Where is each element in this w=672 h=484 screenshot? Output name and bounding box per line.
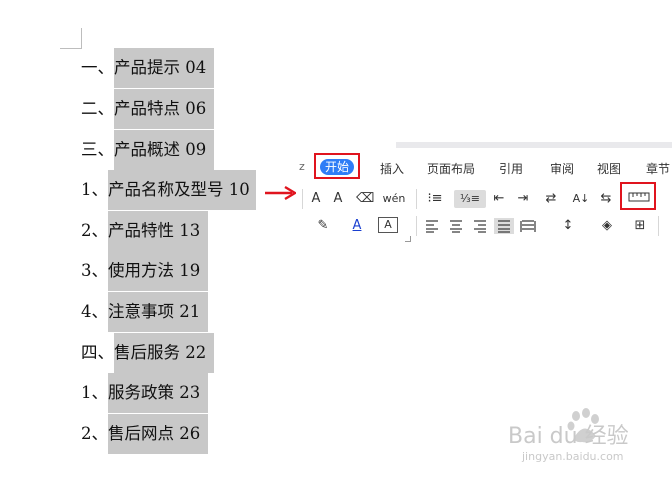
watermark-brand: Bai du 经验 bbox=[508, 424, 629, 449]
paragraph-align-group bbox=[426, 218, 536, 234]
bullet-list-icon[interactable]: ⁝≡ bbox=[422, 190, 448, 208]
numbered-list-icon[interactable]: ⅓≡ bbox=[454, 190, 486, 208]
increase-indent-icon[interactable]: ⇥ bbox=[514, 190, 532, 208]
toc-prefix: 三、 bbox=[81, 140, 114, 159]
highlight-icon[interactable]: ✎ bbox=[310, 217, 336, 235]
decrease-indent-icon[interactable]: ⇤ bbox=[490, 190, 508, 208]
toc-prefix: 1、 bbox=[81, 180, 108, 199]
tab-page-layout[interactable]: 页面布局 bbox=[427, 160, 475, 178]
align-center-icon bbox=[450, 220, 462, 233]
tab-file-stub[interactable]: z bbox=[299, 160, 305, 173]
clear-format-icon[interactable]: ⌫ bbox=[356, 190, 374, 208]
font-grow-icon[interactable]: A bbox=[308, 190, 324, 208]
red-arrow-icon bbox=[265, 185, 298, 201]
ribbon-title-strip bbox=[396, 142, 672, 148]
watermark-url: jingyan.baidu.com bbox=[522, 450, 624, 463]
line-spacing-icon[interactable]: ↕ bbox=[554, 217, 582, 235]
toc-text: 服务政策 23 bbox=[108, 373, 209, 413]
separator bbox=[416, 189, 417, 209]
chinese-layout-icon[interactable]: ⇄ bbox=[538, 190, 564, 208]
separator bbox=[658, 216, 659, 236]
toc-item[interactable]: 二、产品特点 06 bbox=[81, 89, 215, 129]
toc-text: 产品特点 06 bbox=[114, 89, 215, 129]
borders-icon[interactable]: ⊞ bbox=[628, 217, 652, 235]
toc-text: 产品概述 09 bbox=[114, 130, 215, 170]
toc-prefix: 一、 bbox=[81, 58, 114, 77]
baidu-watermark: Bai du 经验 jingyan.baidu.com bbox=[508, 404, 658, 470]
toc-item[interactable]: 1、服务政策 23 bbox=[81, 373, 209, 413]
tab-review[interactable]: 审阅 bbox=[550, 160, 574, 178]
toc-text: 注意事项 21 bbox=[108, 292, 209, 332]
toc-prefix: 二、 bbox=[81, 99, 114, 118]
show-hide-marks-icon[interactable]: ⇆ bbox=[596, 190, 616, 208]
align-left-icon bbox=[426, 220, 438, 233]
distributed-icon bbox=[520, 220, 536, 232]
toc-text: 产品提示 04 bbox=[114, 48, 215, 88]
toc-item[interactable]: 4、注意事项 21 bbox=[81, 292, 209, 332]
toc-prefix: 四、 bbox=[81, 343, 114, 362]
toc-text: 售后网点 26 bbox=[108, 414, 209, 454]
tab-references[interactable]: 引用 bbox=[499, 160, 523, 178]
font-shrink-icon[interactable]: A bbox=[330, 190, 346, 208]
toc-prefix: 3、 bbox=[81, 261, 108, 280]
toc-item[interactable]: 一、产品提示 04 bbox=[81, 48, 215, 88]
ribbon-toolbar: z 开始 插入 页面布局 引用 审阅 视图 章节 A A ⌫ wén ⁝≡ ⅓≡… bbox=[296, 142, 672, 246]
align-right-icon bbox=[474, 220, 486, 233]
tab-view[interactable]: 视图 bbox=[597, 160, 621, 178]
toc-prefix: 4、 bbox=[81, 302, 108, 321]
toc-item[interactable]: 2、售后网点 26 bbox=[81, 414, 209, 454]
phonetic-guide-icon[interactable]: wén bbox=[380, 190, 408, 208]
tab-chapter[interactable]: 章节 bbox=[646, 160, 670, 178]
toc-item[interactable]: 3、使用方法 19 bbox=[81, 251, 209, 291]
toc-item[interactable]: 2、产品特性 13 bbox=[81, 211, 209, 251]
page-corner-mark bbox=[60, 28, 82, 49]
toc-prefix: 1、 bbox=[81, 383, 108, 402]
font-color-icon[interactable]: A bbox=[346, 217, 368, 235]
toc-item[interactable]: 四、售后服务 22 bbox=[81, 333, 215, 373]
font-dialog-launcher-icon[interactable] bbox=[405, 236, 411, 242]
shading-icon[interactable]: ◈ bbox=[596, 217, 618, 235]
separator bbox=[416, 216, 417, 236]
toc-text: 产品名称及型号 10 bbox=[108, 170, 256, 210]
toc-item[interactable]: 1、产品名称及型号 10 bbox=[81, 170, 256, 210]
sort-icon[interactable]: A↓ bbox=[570, 190, 592, 208]
toc-text: 使用方法 19 bbox=[108, 251, 209, 291]
tab-home[interactable]: 开始 bbox=[320, 159, 354, 175]
toc-text: 售后服务 22 bbox=[114, 333, 215, 373]
toc-prefix: 2、 bbox=[81, 424, 108, 443]
ruler-callout bbox=[620, 182, 656, 210]
char-border-icon[interactable]: A bbox=[378, 217, 398, 233]
tab-insert[interactable]: 插入 bbox=[380, 160, 404, 178]
toc-item[interactable]: 三、产品概述 09 bbox=[81, 130, 215, 170]
toc-text: 产品特性 13 bbox=[108, 211, 209, 251]
separator bbox=[302, 189, 303, 209]
toc-prefix: 2、 bbox=[81, 221, 108, 240]
